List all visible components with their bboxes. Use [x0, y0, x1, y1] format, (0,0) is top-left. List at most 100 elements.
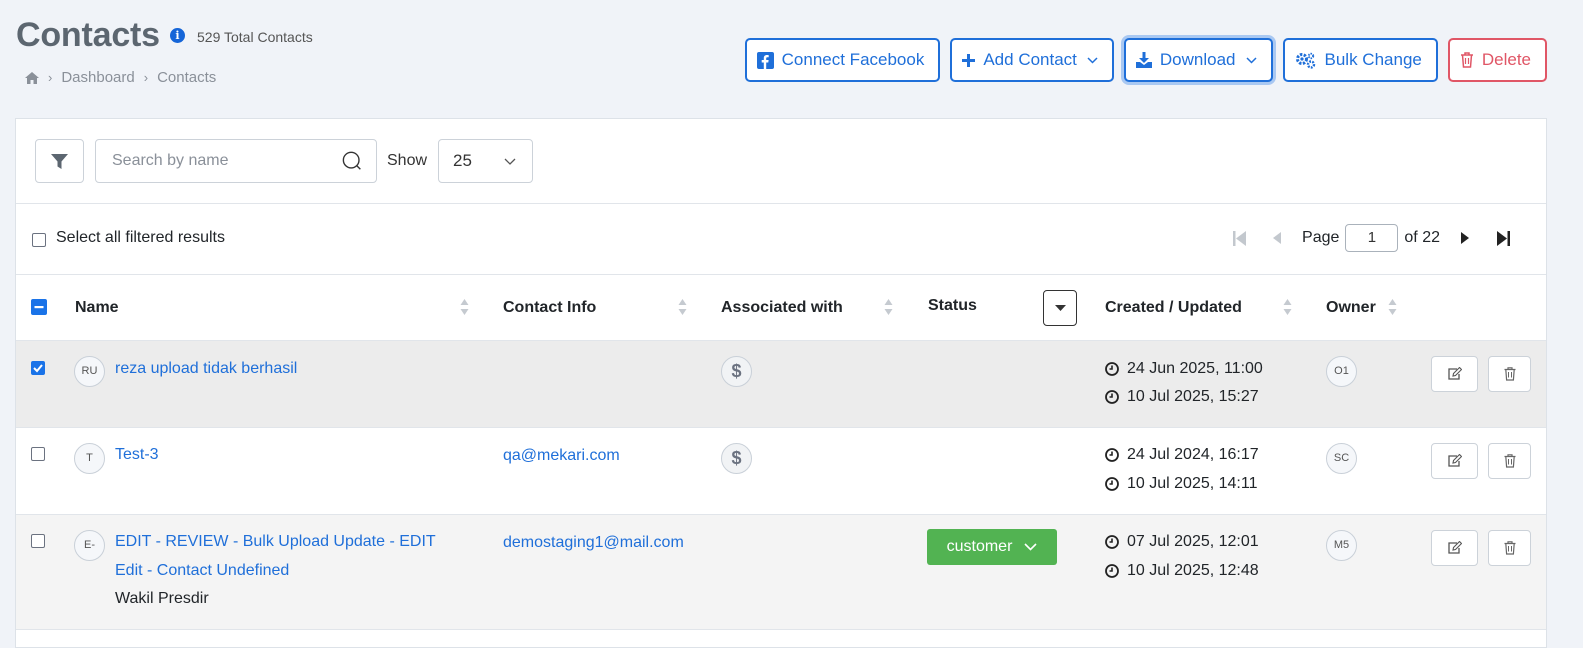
sort-icon[interactable]: [884, 298, 893, 316]
sort-icon[interactable]: [678, 298, 687, 316]
sort-icon[interactable]: [1283, 298, 1292, 316]
clock-icon: [1105, 362, 1119, 376]
select-page-checkbox[interactable]: [31, 299, 47, 315]
contact-job-title: Wakil Presdir: [115, 590, 209, 607]
contact-name-link[interactable]: reza upload tidak berhasil: [115, 355, 475, 384]
edit-icon: [1448, 367, 1462, 380]
contact-name[interactable]: EDIT - REVIEW - Bulk Upload Update - EDI…: [115, 528, 475, 557]
created-date: 24 Jun 2025, 11:00: [1105, 360, 1263, 378]
download-icon: [1135, 52, 1152, 68]
caret-left-icon: [1273, 232, 1282, 244]
owner-avatar: O1: [1326, 356, 1357, 387]
created-date-text: 07 Jul 2025, 12:01: [1127, 533, 1259, 550]
filter-button[interactable]: [35, 139, 84, 183]
deal-association-icon[interactable]: $: [721, 356, 752, 387]
row-checkbox[interactable]: [31, 447, 45, 461]
select-all-filtered-checkbox[interactable]: [32, 233, 46, 247]
chevron-down-icon: [1087, 56, 1098, 64]
edit-button[interactable]: [1431, 530, 1478, 566]
status-label: customer: [946, 538, 1013, 555]
connect-facebook-button[interactable]: Connect Facebook: [744, 38, 941, 82]
table-row[interactable]: E- EDIT - REVIEW - Bulk Upload Update - …: [16, 515, 1546, 630]
deal-association-icon[interactable]: $: [721, 443, 752, 474]
header-actions: Connect Facebook Add Contact Download Bu…: [744, 38, 1547, 82]
column-header-associated-with[interactable]: Associated with: [721, 299, 843, 317]
first-page-icon: [1232, 230, 1246, 246]
caret-right-icon: [1461, 232, 1469, 244]
bulk-change-button[interactable]: Bulk Change: [1282, 38, 1438, 82]
contact-email[interactable]: qa@mekari.com: [503, 447, 620, 465]
column-header-name[interactable]: Name: [75, 299, 119, 317]
page-size-select[interactable]: 25: [438, 139, 533, 183]
table-row[interactable]: T Test-3 qa@mekari.com $ 24 Jul 2024, 16…: [16, 428, 1546, 515]
created-date: 07 Jul 2025, 12:01: [1105, 533, 1259, 551]
chevron-down-icon: [1245, 56, 1257, 64]
previous-page-button[interactable]: [1266, 227, 1288, 249]
clock-icon: [1105, 390, 1119, 404]
delete-row-button[interactable]: [1488, 443, 1531, 479]
page-number-input[interactable]: 1: [1345, 224, 1399, 252]
breadcrumb-dashboard[interactable]: Dashboard: [61, 69, 134, 86]
owner-avatar: SC: [1326, 443, 1357, 474]
search-box[interactable]: [95, 139, 377, 183]
edit-button[interactable]: [1431, 443, 1478, 479]
info-icon[interactable]: i: [170, 28, 185, 43]
clock-icon: [1105, 477, 1119, 491]
clock-icon: [1105, 564, 1119, 578]
minus-icon: [34, 306, 44, 309]
column-header-owner[interactable]: Owner: [1326, 299, 1376, 317]
delete-row-button[interactable]: [1488, 530, 1531, 566]
trash-icon: [1460, 52, 1473, 68]
breadcrumb: › Dashboard › Contacts: [25, 69, 216, 86]
chevron-right-icon: ›: [143, 70, 149, 85]
row-checkbox[interactable]: [31, 361, 45, 375]
contact-name-link[interactable]: EDIT - REVIEW - Bulk Upload Update - EDI…: [115, 528, 475, 614]
connect-facebook-label: Connect Facebook: [781, 50, 925, 69]
select-all-filtered-label[interactable]: Select all filtered results: [56, 229, 225, 247]
page-title: Contacts: [16, 16, 160, 54]
contact-name[interactable]: Test-3: [115, 446, 159, 463]
filter-toolbar: Show 25: [16, 119, 1546, 204]
header: Contacts i 529 Total Contacts: [16, 16, 313, 55]
breadcrumb-contacts: Contacts: [157, 69, 217, 86]
table-header: Name Contact Info Associated with Status…: [16, 275, 1546, 341]
updated-date: 10 Jul 2025, 12:48: [1105, 562, 1259, 580]
created-date-text: 24 Jul 2024, 16:17: [1127, 446, 1259, 463]
status-dropdown[interactable]: customer: [927, 529, 1057, 565]
last-page-button[interactable]: [1492, 227, 1514, 249]
home-icon[interactable]: [25, 71, 39, 84]
column-header-created-updated[interactable]: Created / Updated: [1105, 299, 1242, 317]
edit-button[interactable]: [1431, 356, 1478, 392]
contacts-card: Show 25 Select all filtered results Page…: [15, 118, 1547, 648]
add-contact-button[interactable]: Add Contact: [950, 38, 1114, 82]
bulk-change-label: Bulk Change: [1324, 50, 1422, 69]
delete-button[interactable]: Delete: [1447, 38, 1547, 82]
avatar: E-: [74, 530, 105, 561]
download-label: Download: [1159, 50, 1236, 69]
search-input[interactable]: [110, 151, 342, 171]
table-row[interactable]: RU reza upload tidak berhasil $ 24 Jun 2…: [16, 341, 1546, 428]
trash-icon: [1504, 367, 1515, 381]
page-total: of 22: [1404, 229, 1440, 246]
contact-email[interactable]: demostaging1@mail.com: [503, 534, 684, 552]
status-filter-button[interactable]: [1043, 290, 1077, 326]
total-contacts-count: 529 Total Contacts: [197, 29, 313, 45]
clock-icon: [1105, 448, 1119, 462]
download-button[interactable]: Download: [1123, 38, 1273, 82]
first-page-button[interactable]: [1228, 227, 1250, 249]
contact-name-line-2[interactable]: Edit - Contact Undefined: [115, 557, 475, 586]
trash-icon: [1504, 454, 1515, 468]
contact-name[interactable]: reza upload tidak berhasil: [115, 360, 297, 377]
created-date-text: 24 Jun 2025, 11:00: [1127, 360, 1263, 377]
column-header-contact-info[interactable]: Contact Info: [503, 299, 596, 317]
show-label: Show: [387, 152, 428, 169]
search-icon[interactable]: [342, 150, 362, 172]
edit-icon: [1448, 541, 1462, 554]
next-page-button[interactable]: [1454, 227, 1476, 249]
row-checkbox[interactable]: [31, 534, 45, 548]
sort-icon[interactable]: [460, 298, 469, 316]
delete-row-button[interactable]: [1488, 356, 1531, 392]
contact-name-link[interactable]: Test-3: [115, 441, 475, 470]
gears-icon: [1295, 52, 1315, 69]
sort-icon[interactable]: [1388, 298, 1397, 316]
